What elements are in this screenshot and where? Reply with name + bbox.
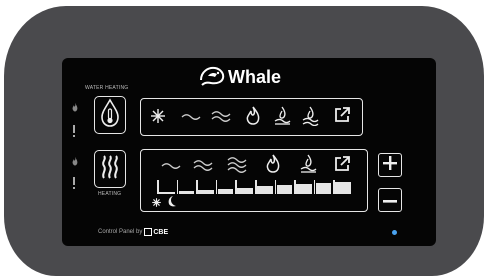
water-heating-label: WATER HEATING <box>85 85 129 91</box>
footer-prefix: Control Panel by <box>98 229 143 235</box>
decrease-button[interactable] <box>378 188 402 212</box>
level-step[interactable] <box>198 190 214 194</box>
heating-label: HEATING <box>98 191 122 197</box>
water-thermometer-icon <box>99 97 121 133</box>
ripple-low-icon[interactable] <box>161 157 181 173</box>
cbe-logo-icon <box>144 228 153 236</box>
level-tick <box>294 180 296 194</box>
external-link-icon[interactable] <box>333 155 351 173</box>
flame-high-icon[interactable] <box>301 106 319 126</box>
level-step[interactable] <box>159 192 175 194</box>
flame-indicator-icon <box>71 100 79 118</box>
level-tick <box>255 180 257 194</box>
ripple-high-icon[interactable] <box>227 156 247 174</box>
whale-logo-icon <box>198 63 226 92</box>
brand-name: Whale <box>228 66 282 87</box>
level-step[interactable] <box>178 191 195 194</box>
minus-icon <box>383 191 397 209</box>
water-heating-mode-bar <box>140 98 363 136</box>
level-tick <box>157 180 159 194</box>
level-step[interactable] <box>237 188 253 194</box>
level-tick <box>176 180 179 194</box>
flame-icon[interactable] <box>265 154 281 174</box>
heating-mode-bar <box>140 149 368 212</box>
level-step[interactable] <box>335 182 351 194</box>
increase-button[interactable] <box>378 153 402 177</box>
level-step[interactable] <box>276 185 293 194</box>
control-panel-housing: Whale WATER HEATING HEATING Control Pane… <box>4 6 484 276</box>
flame-indicator-icon <box>71 154 79 172</box>
ripple-mid-icon[interactable] <box>193 157 213 173</box>
ripple-mid-icon[interactable] <box>211 108 231 124</box>
level-step[interactable] <box>217 189 234 194</box>
heating-button[interactable] <box>94 150 126 188</box>
snowflake-icon[interactable] <box>149 107 167 125</box>
level-step[interactable] <box>315 183 332 194</box>
level-tick <box>274 180 277 194</box>
display-screen: Whale WATER HEATING HEATING Control Pane… <box>62 58 436 246</box>
level-tick <box>333 180 335 194</box>
moon-icon <box>166 195 177 208</box>
heating-level-scale[interactable] <box>156 180 361 204</box>
ripple-low-icon[interactable] <box>181 108 201 124</box>
level-tick <box>215 180 218 194</box>
footer-maker: CBE <box>153 228 169 236</box>
flame-icon[interactable] <box>245 106 261 126</box>
heat-waves-icon <box>99 154 121 185</box>
level-tick <box>196 180 198 194</box>
level-tick <box>235 180 237 194</box>
flame-water-icon[interactable] <box>299 154 317 174</box>
flame-low-icon[interactable] <box>273 106 291 126</box>
level-step[interactable] <box>296 184 312 194</box>
brand-logo: Whale <box>198 64 281 90</box>
warning-indicator-icon <box>72 124 76 142</box>
external-link-icon[interactable] <box>333 106 351 124</box>
warning-indicator-icon <box>72 176 76 194</box>
level-step[interactable] <box>257 186 273 194</box>
snowflake-icon <box>151 197 162 208</box>
water-heating-button[interactable] <box>94 96 126 134</box>
status-led <box>392 230 397 235</box>
plus-icon <box>383 155 397 175</box>
footer-credit: Control Panel by CBE <box>98 228 168 236</box>
level-tick <box>313 180 316 194</box>
